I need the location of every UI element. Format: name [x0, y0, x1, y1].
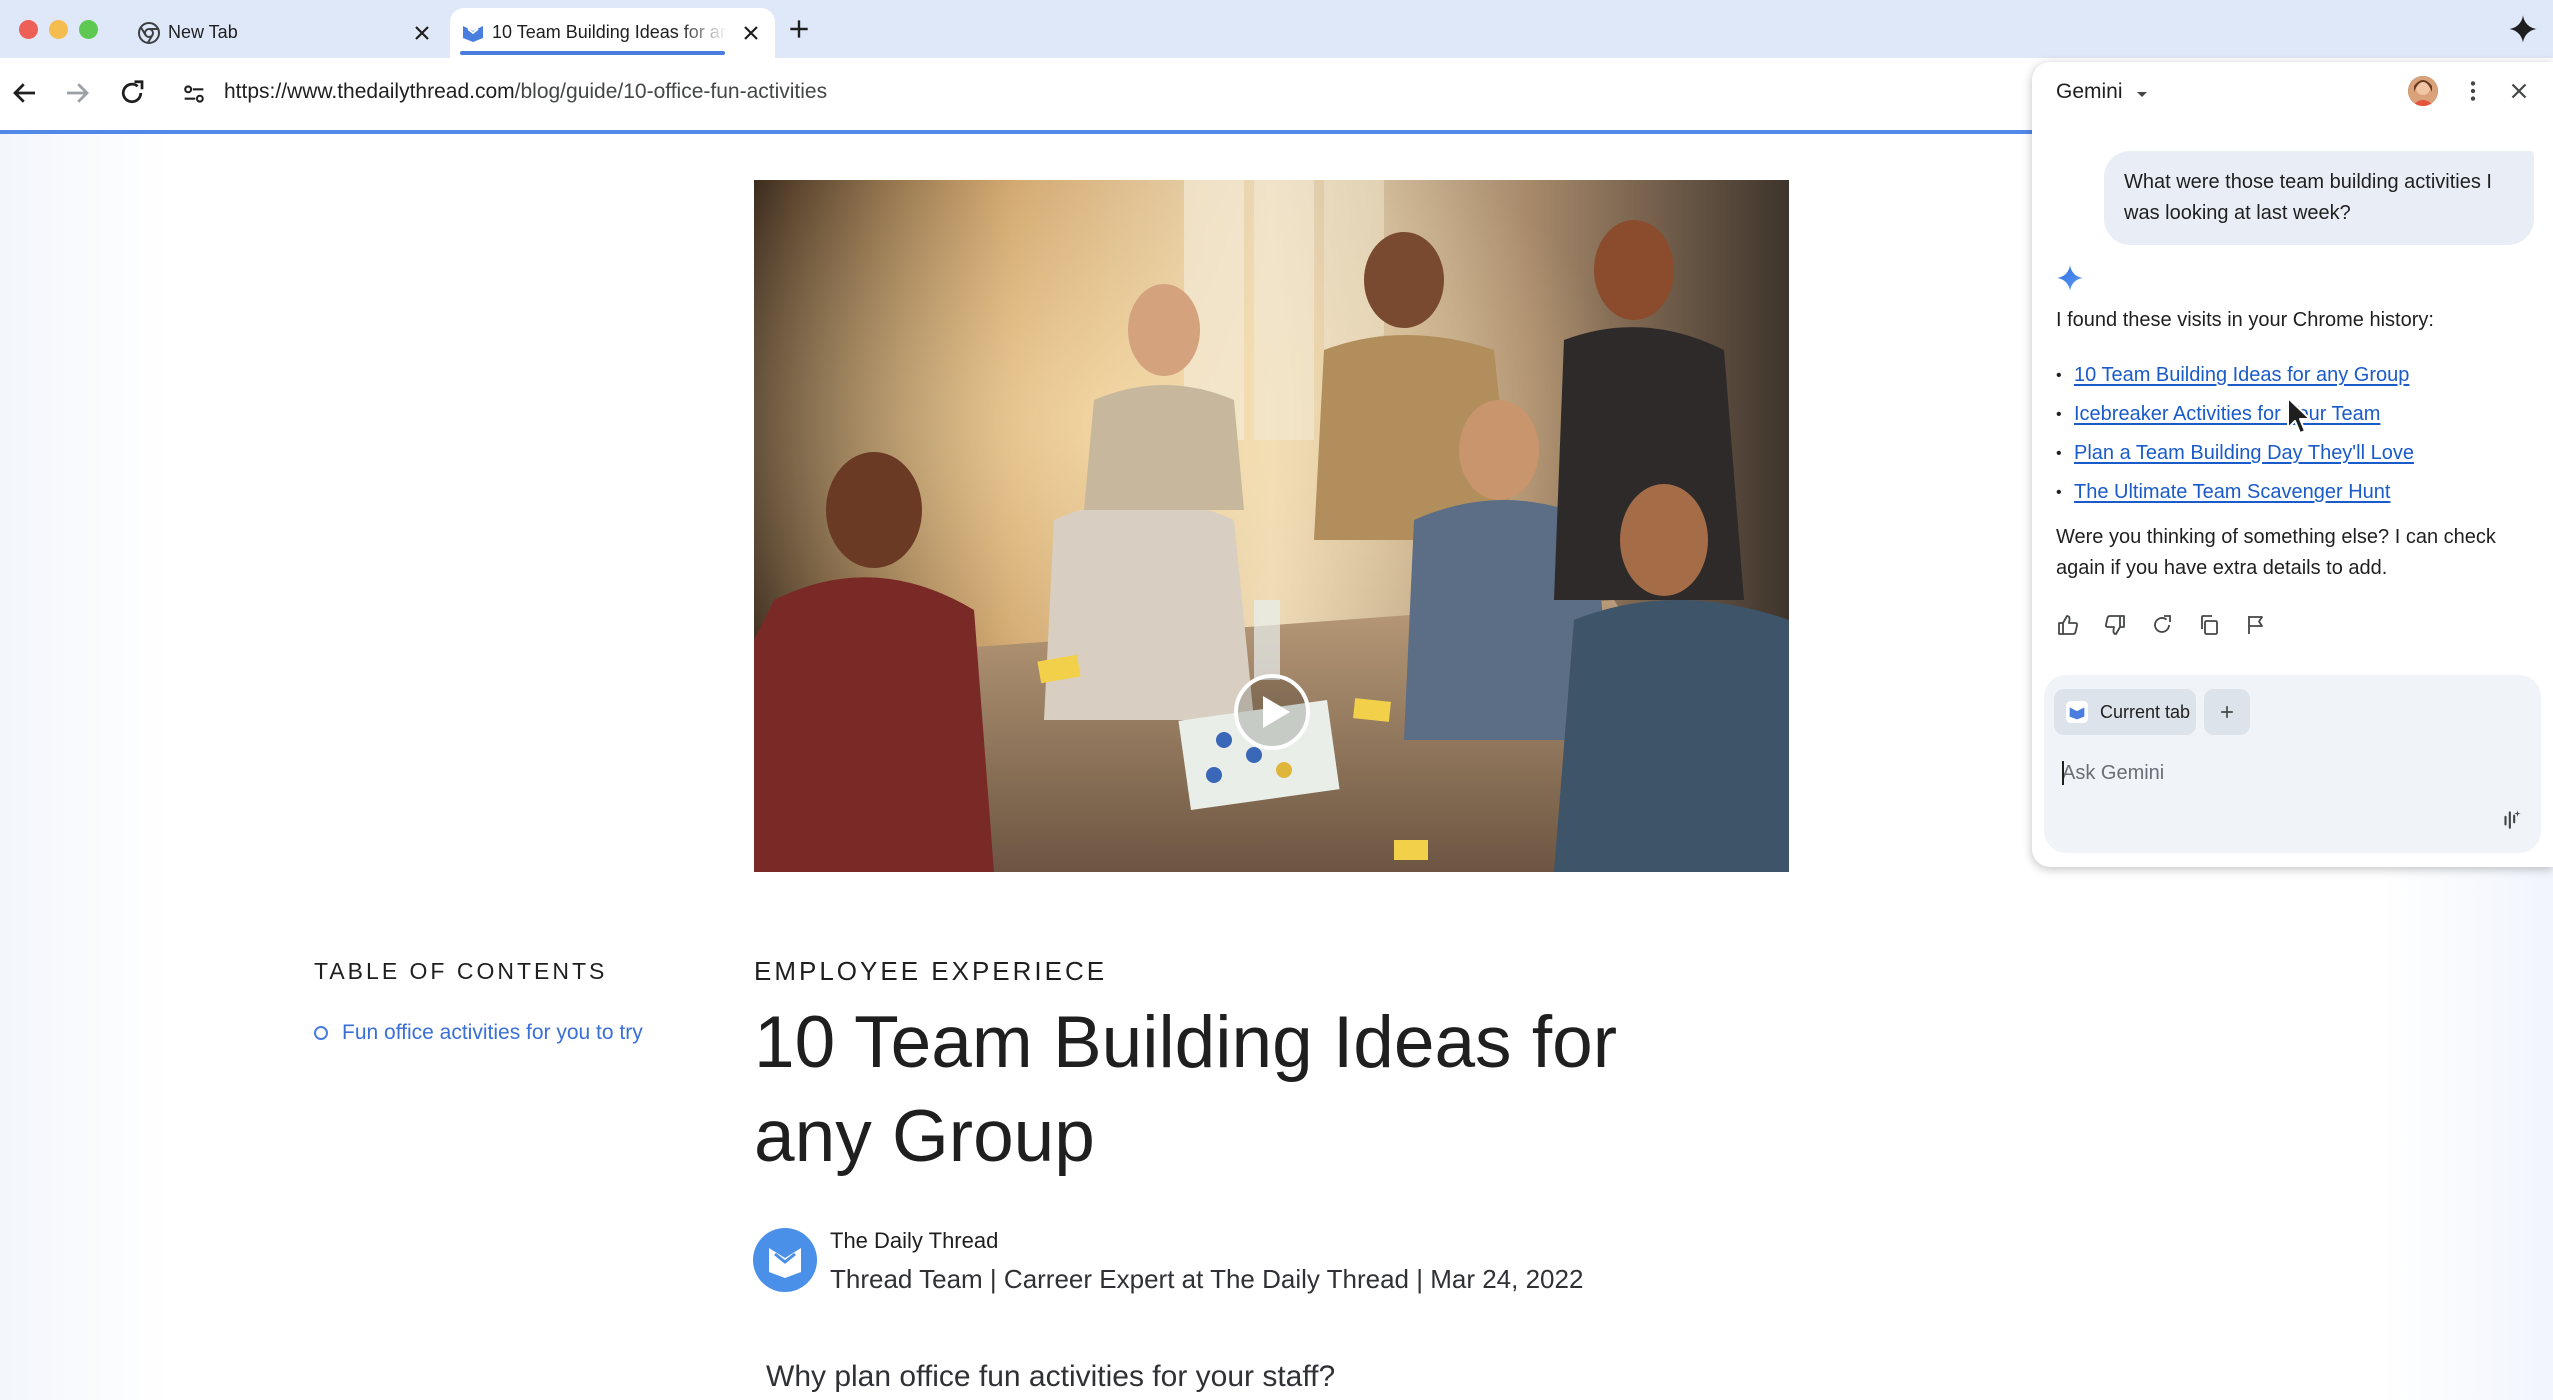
bullet: • — [2056, 366, 2062, 384]
hero-video[interactable] — [754, 180, 1789, 872]
tab-new-tab[interactable]: New Tab — [126, 8, 446, 58]
chrome-icon — [138, 22, 160, 44]
response-actions — [2056, 613, 2291, 637]
url-path: /blog/guide/10-office-fun-activities — [514, 80, 828, 103]
play-icon[interactable] — [1232, 672, 1312, 752]
gemini-panel: Gemini What were those team building act… — [2032, 62, 2553, 867]
history-link[interactable]: 10 Team Building Ideas for any Group — [2074, 364, 2409, 387]
profile-photo-icon — [2408, 76, 2438, 106]
mouse-pointer-icon — [2287, 397, 2311, 434]
plus-icon — [2221, 706, 2233, 718]
tab-title: 10 Team Building Ideas for any Group — [492, 22, 727, 42]
bullet: • — [2056, 405, 2062, 423]
ask-gemini-input[interactable] — [2062, 755, 2502, 791]
daily-thread-logo-icon — [769, 1248, 801, 1278]
back-arrow-icon[interactable] — [10, 78, 40, 108]
active-tab-indicator — [460, 51, 725, 55]
reload-icon[interactable] — [117, 78, 147, 108]
bullet: • — [2056, 444, 2062, 462]
author-avatar — [753, 1228, 817, 1292]
hero-image — [754, 180, 1789, 872]
thumbs-up-icon[interactable] — [2056, 613, 2080, 637]
text-cursor — [2062, 761, 2064, 785]
daily-thread-favicon-icon — [2066, 701, 2088, 723]
add-context-button[interactable] — [2204, 689, 2250, 735]
toc-bullet-icon — [314, 1026, 328, 1040]
regenerate-icon[interactable] — [2150, 613, 2174, 637]
response-followup: Were you thinking of something else? I c… — [2056, 526, 2496, 579]
close-icon[interactable] — [739, 21, 763, 45]
toc-heading: TABLE OF CONTENTS — [314, 958, 608, 984]
window-close-button[interactable] — [19, 20, 38, 39]
new-tab-plus-icon[interactable] — [786, 16, 812, 42]
tab-strip: New Tab 10 Team Building Ideas for any G… — [0, 0, 2553, 58]
thumbs-down-icon[interactable] — [2103, 613, 2127, 637]
tab-title: New Tab — [168, 22, 238, 42]
copy-icon[interactable] — [2197, 613, 2221, 637]
history-link[interactable]: Icebreaker Activities for Your Team — [2074, 403, 2380, 426]
history-link[interactable]: The Ultimate Team Scavenger Hunt — [2074, 481, 2390, 504]
window-minimize-button[interactable] — [49, 20, 68, 39]
site-settings-icon[interactable] — [180, 80, 208, 108]
author-meta: Thread Team | Carreer Expert at The Dail… — [830, 1264, 1584, 1294]
gemini-composer: Current tab — [2044, 675, 2541, 853]
article-category: EMPLOYEE EXPERIECE — [754, 956, 1108, 986]
avatar[interactable] — [2408, 76, 2438, 106]
article-title: 10 Team Building Ideas for any Group — [754, 1002, 1618, 1177]
chip-label: Current tab — [2100, 701, 2191, 722]
forward-arrow-icon[interactable] — [62, 78, 92, 108]
user-message: What were those team building activities… — [2104, 151, 2534, 245]
bullet: • — [2056, 483, 2062, 501]
more-options-icon[interactable] — [2460, 78, 2486, 104]
response-intro: I found these visits in your Chrome hist… — [2056, 309, 2434, 331]
toc-item-fun-activities[interactable]: Fun office activities for you to try — [314, 1021, 643, 1045]
author-name: The Daily Thread — [830, 1228, 999, 1253]
daily-thread-favicon-icon — [463, 26, 483, 42]
gemini-spark-icon[interactable] — [2508, 14, 2538, 44]
url-host: https://www.thedailythread.com — [224, 80, 515, 103]
list-item: • Plan a Team Building Day They'll Love — [2056, 434, 2414, 473]
chevron-down-icon[interactable] — [2134, 86, 2150, 102]
toc-item-label: Fun office activities for you to try — [342, 1021, 643, 1044]
audio-waveform-icon — [2504, 810, 2521, 829]
list-item: • The Ultimate Team Scavenger Hunt — [2056, 473, 2414, 512]
address-bar[interactable]: https://www.thedailythread.com/blog/guid… — [224, 80, 827, 104]
list-item: • 10 Team Building Ideas for any Group — [2056, 356, 2414, 395]
close-icon[interactable] — [2506, 78, 2532, 104]
current-tab-chip[interactable]: Current tab — [2054, 689, 2196, 735]
flag-icon[interactable] — [2244, 613, 2268, 637]
window-maximize-button[interactable] — [79, 20, 98, 39]
close-icon[interactable] — [410, 21, 434, 45]
section-heading: Why plan office fun activities for your … — [766, 1360, 1336, 1393]
history-link[interactable]: Plan a Team Building Day They'll Love — [2074, 442, 2414, 465]
gemini-title[interactable]: Gemini — [2056, 80, 2123, 104]
gemini-spark-icon — [2057, 265, 2083, 291]
list-item: • Icebreaker Activities for Your Team — [2056, 395, 2414, 434]
voice-input-button[interactable] — [2492, 799, 2532, 839]
history-link-list: • 10 Team Building Ideas for any Group • I… — [2056, 356, 2414, 512]
